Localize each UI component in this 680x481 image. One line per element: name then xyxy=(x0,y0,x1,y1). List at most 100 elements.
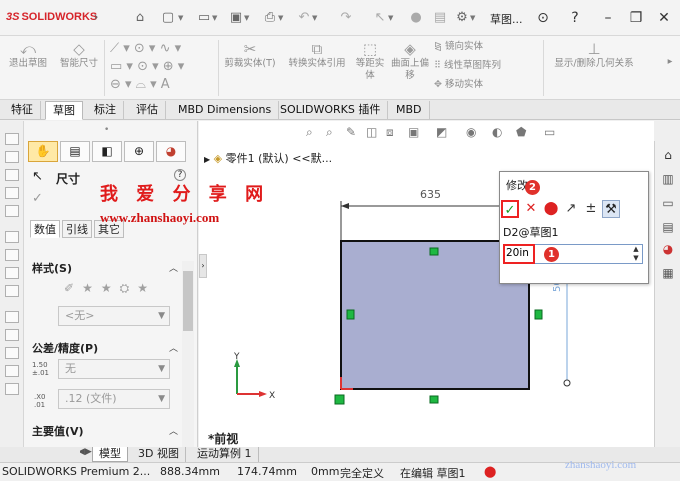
tab-solidworks-addins[interactable]: SOLIDWORKS 插件 xyxy=(273,101,389,120)
convert-entities-button[interactable]: ⧉ 转换实体引用 xyxy=(282,40,352,70)
feature-icon[interactable] xyxy=(5,347,19,359)
confirm-check-button[interactable]: ✓ xyxy=(501,200,519,218)
section-primary-value-header[interactable]: 主要值(V) xyxy=(32,423,84,439)
spin-stepper[interactable]: ▲ ▼ xyxy=(630,245,642,263)
restore-button[interactable]: ❐ xyxy=(626,8,646,28)
section-tolerance-header[interactable]: 公差/精度(P) xyxy=(32,340,98,356)
tab-value[interactable]: 数值 xyxy=(30,220,60,238)
property-manager-tab[interactable]: ✋ xyxy=(28,141,58,162)
chevron-down-icon[interactable]: ▼ xyxy=(388,14,393,22)
rebuild-status-icon[interactable]: ⬤ xyxy=(484,465,496,478)
section-style-header[interactable]: 样式(S) xyxy=(32,260,72,276)
file-explorer-icon[interactable]: ▭ xyxy=(660,195,676,211)
tab-model[interactable]: 模型 xyxy=(92,447,128,462)
help-icon[interactable]: ? xyxy=(565,8,585,28)
chevron-down-icon[interactable]: ▼ xyxy=(244,14,249,22)
tab-mbd-dimensions[interactable]: MBD Dimensions xyxy=(171,101,280,120)
ribbon-scroll-arrow-icon[interactable]: ▸ xyxy=(664,56,676,68)
undo-icon[interactable]: ↶ xyxy=(296,10,312,26)
feature-tree-tab[interactable]: ▤ xyxy=(60,141,90,162)
add-favorite-icon[interactable]: ★ xyxy=(82,281,101,295)
rebuild-icon[interactable]: ● xyxy=(408,10,424,26)
sketch-point[interactable] xyxy=(563,379,571,387)
appearances-icon[interactable]: ◕ xyxy=(660,241,676,257)
exit-sketch-button[interactable]: ⤺ 退出草图 xyxy=(6,40,50,70)
chevron-down-icon[interactable]: ▼ xyxy=(470,14,475,22)
feature-icon[interactable] xyxy=(5,151,19,163)
chevron-down-icon[interactable]: ▼ xyxy=(178,14,183,22)
redo-icon[interactable]: ↷ xyxy=(338,10,354,26)
tab-motion-study[interactable]: 运动算例 1 xyxy=(191,447,259,462)
display-delete-relations-button[interactable]: ⊥ 显示/删除几何关系 xyxy=(548,40,640,70)
tolerance-type-select[interactable]: 无 ▼ xyxy=(58,359,170,379)
load-style-icon[interactable]: ★ xyxy=(137,281,156,295)
help-search-icon[interactable]: ⊙ xyxy=(533,8,553,28)
expand-arrow-icon[interactable]: › xyxy=(88,10,104,26)
collapse-chevron-icon[interactable]: ︿ xyxy=(169,424,178,437)
chevron-down-icon[interactable]: ▼ xyxy=(278,14,283,22)
display-manager-tab[interactable]: ◕ xyxy=(156,141,186,162)
feature-icon[interactable] xyxy=(5,249,19,261)
feature-icon[interactable] xyxy=(5,205,19,217)
custom-properties-icon[interactable]: ▦ xyxy=(660,265,676,281)
move-entities-button[interactable]: ✥ 移动实体 xyxy=(434,78,544,92)
ok-check-icon[interactable]: ✓ xyxy=(32,191,43,206)
tab-leaders[interactable]: 引线 xyxy=(62,220,92,238)
horizontal-dimension-text[interactable]: 635 xyxy=(420,188,441,201)
line-tool-icon[interactable]: ⟋ ▾ ⊙ ▾ ∿ ▾ xyxy=(110,40,218,58)
collapse-chevron-icon[interactable]: ︿ xyxy=(169,341,178,354)
trim-entities-button[interactable]: ✂ 剪裁实体(T) xyxy=(222,40,278,70)
vertical-relation-marker[interactable] xyxy=(346,309,355,320)
horizontal-relation-marker[interactable] xyxy=(429,247,439,256)
offset-entities-button[interactable]: ⬚ 等距实体 xyxy=(352,40,388,82)
feature-icon[interactable] xyxy=(5,231,19,243)
new-document-icon[interactable]: ▢ xyxy=(160,10,176,26)
home-icon[interactable]: ⌂ xyxy=(660,147,676,163)
tab-sketch[interactable]: 草图 xyxy=(45,101,83,120)
feature-icon[interactable] xyxy=(5,329,19,341)
feature-icon[interactable] xyxy=(5,267,19,279)
gear-icon[interactable]: ⚙ xyxy=(454,10,470,26)
tab-features[interactable]: 特征 xyxy=(4,101,41,120)
precision-select[interactable]: .12 (文件) ▼ xyxy=(58,389,170,409)
design-library-icon[interactable]: ▥ xyxy=(660,171,676,187)
tab-3d-view[interactable]: 3D 视图 xyxy=(132,447,186,462)
collapse-chevron-icon[interactable]: ︿ xyxy=(169,261,178,274)
mark-for-drawing-icon[interactable]: ± xyxy=(582,200,600,218)
offset-on-surface-button[interactable]: ◈ 曲面上偏移 xyxy=(390,40,430,82)
vertical-relation-marker[interactable] xyxy=(534,309,543,320)
solidworks-logo[interactable]: 3S SOLIDWORKS xyxy=(6,11,97,23)
mirror-entities-button[interactable]: ⧎ 镜向实体 xyxy=(434,40,544,54)
view-palette-icon[interactable]: ▤ xyxy=(660,219,676,235)
slot-tool-icon[interactable]: ⊖ ▾ ⌓ ▾ A xyxy=(110,76,218,94)
dimxpert-tab[interactable]: ⊕ xyxy=(124,141,154,162)
tab-annotation[interactable]: 标注 xyxy=(87,101,124,120)
chevron-down-icon[interactable]: ▼ xyxy=(312,14,317,22)
close-button[interactable]: ✕ xyxy=(654,8,674,28)
coincident-relation-marker[interactable] xyxy=(334,394,345,405)
tab-evaluate[interactable]: 评估 xyxy=(129,101,166,120)
config-manager-tab[interactable]: ◧ xyxy=(92,141,122,162)
feature-icon[interactable] xyxy=(5,285,19,297)
feature-icon[interactable] xyxy=(5,133,19,145)
tab-mbd[interactable]: MBD xyxy=(389,101,430,120)
save-icon[interactable]: ▣ xyxy=(228,10,244,26)
smart-dimension-button[interactable]: ◇ 智能尺寸 xyxy=(56,40,102,70)
home-icon[interactable]: ⌂ xyxy=(132,10,148,26)
rectangle-tool-icon[interactable]: ▭ ▾ ⊙ ▾ ⊕ ▾ xyxy=(110,58,218,76)
feature-icon[interactable] xyxy=(5,187,19,199)
feature-icon[interactable] xyxy=(5,169,19,181)
dimension-value-input[interactable]: 20in 1 ▲ ▼ xyxy=(503,244,643,264)
horizontal-relation-marker[interactable] xyxy=(429,395,439,404)
chevron-down-icon[interactable]: ▼ xyxy=(212,14,217,22)
select-icon[interactable]: ↖ xyxy=(372,10,388,26)
minimize-button[interactable]: – xyxy=(598,8,618,28)
scrollbar-thumb[interactable] xyxy=(183,271,193,331)
file-properties-icon[interactable]: ▤ xyxy=(432,10,448,26)
linear-pattern-button[interactable]: ⠿ 线性草图阵列 xyxy=(434,59,544,73)
feature-icon[interactable] xyxy=(5,383,19,395)
exclude-dimension-icon[interactable]: ⚒ xyxy=(602,200,620,218)
feature-icon[interactable] xyxy=(5,311,19,323)
open-folder-icon[interactable]: ▭ xyxy=(196,10,212,26)
apply-default-style-icon[interactable]: ✐ xyxy=(64,281,82,295)
